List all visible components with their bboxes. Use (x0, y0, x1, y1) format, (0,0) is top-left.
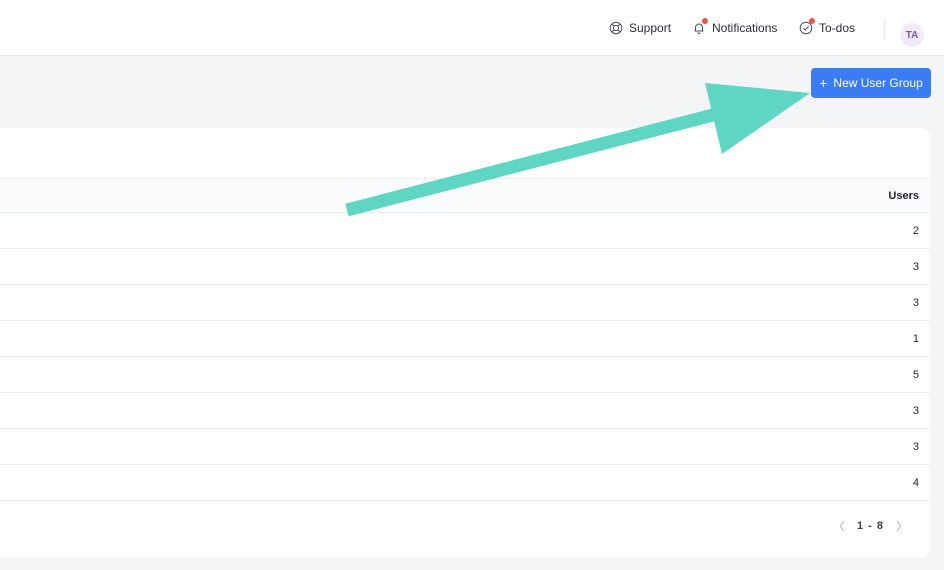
notifications-label: Notifications (712, 21, 778, 35)
notifications-link[interactable]: Notifications (692, 0, 777, 56)
support-link[interactable]: Support (609, 0, 671, 56)
table-row[interactable]: 2 (0, 213, 930, 249)
pagination: 〈 1 - 8 〉 (831, 516, 910, 536)
table-row[interactable]: 3 (0, 285, 930, 321)
todos-link[interactable]: To-dos (799, 0, 855, 56)
check-circle-icon (799, 18, 815, 35)
user-groups-card: Users 2 3 3 1 5 3 3 4 〈 1 - 8 〉 (0, 128, 930, 558)
table-header: Users (0, 178, 930, 213)
users-count-cell: 3 (912, 404, 919, 417)
chevron-left-icon[interactable]: 〈 (831, 518, 847, 534)
users-count-cell: 1 (912, 332, 919, 345)
new-user-group-label: New User Group (833, 76, 923, 90)
plus-icon: + (819, 75, 828, 91)
todo-dot (809, 18, 815, 24)
avatar[interactable]: TA (900, 23, 924, 47)
table-row[interactable]: 4 (0, 465, 930, 501)
users-count-cell: 4 (912, 476, 919, 489)
chevron-right-icon[interactable]: 〉 (894, 518, 910, 534)
avatar-initials: TA (905, 29, 919, 41)
users-count-cell: 2 (912, 224, 919, 237)
table-row[interactable]: 3 (0, 393, 930, 429)
lifebuoy-icon (609, 21, 623, 35)
table-row[interactable]: 1 (0, 321, 930, 357)
users-count-cell: 3 (912, 296, 919, 309)
users-column-header[interactable]: Users (888, 179, 919, 213)
user-groups-table: Users 2 3 3 1 5 3 3 4 (0, 178, 930, 501)
table-row[interactable]: 3 (0, 249, 930, 285)
bell-icon (692, 18, 708, 35)
notification-dot (702, 18, 708, 24)
header-divider (884, 18, 885, 40)
todos-label: To-dos (819, 21, 856, 35)
table-row[interactable]: 5 (0, 357, 930, 393)
users-count-cell: 3 (912, 440, 919, 453)
new-user-group-button[interactable]: + New User Group (811, 68, 931, 98)
top-header: Support Notifications To-dos TA (0, 0, 944, 56)
support-label: Support (629, 21, 672, 35)
page: Support Notifications To-dos TA + New Us… (0, 0, 944, 570)
table-body: 2 3 3 1 5 3 3 4 (0, 213, 930, 501)
users-count-cell: 3 (912, 260, 919, 273)
page-range: 1 - 8 (856, 520, 884, 532)
table-row[interactable]: 3 (0, 429, 930, 465)
users-count-cell: 5 (912, 368, 919, 381)
